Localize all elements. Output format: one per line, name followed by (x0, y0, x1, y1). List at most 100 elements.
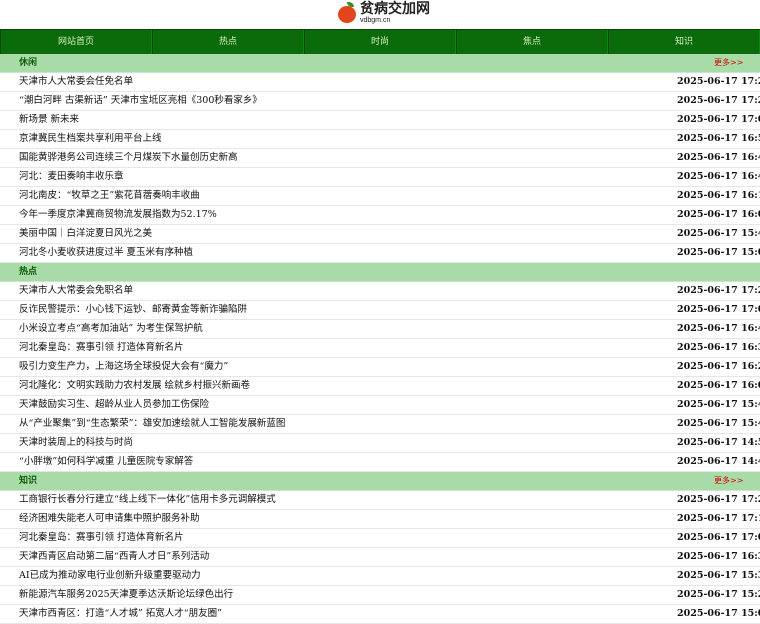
apple-logo-icon (337, 2, 357, 24)
more-link[interactable]: 更多>> (714, 472, 743, 490)
news-title-link[interactable]: 从“产业聚集”到“生态繁荣”：雄安加速绘就人工智能发展新蓝图 (19, 415, 285, 433)
news-title-link[interactable]: 河北秦皇岛：赛事引领 打造体育新名片 (19, 529, 184, 547)
news-title-link[interactable]: 天津市西青区：打造“人才城” 拓宽人才“朋友圈” (19, 605, 222, 623)
section-title: 热点 (19, 267, 38, 277)
news-title-link[interactable]: 京津冀民生档案共享利用平台上线 (19, 130, 162, 148)
news-title-link[interactable]: 小米设立考点“高考加油站” 为考生保驾护航 (19, 320, 203, 338)
news-row: 河北：麦田奏响丰收乐章 2025-06-17 16:42 (0, 168, 760, 187)
news-date: 2025-06-17 15:42 (677, 228, 760, 239)
news-title-link[interactable]: AI已成为推动家电行业创新升级重要驱动力 (19, 567, 201, 585)
news-title-link[interactable]: 天津时装周上的科技与时尚 (19, 434, 133, 452)
news-row: 新场景 新未来 2025-06-17 17:07 (0, 111, 760, 130)
site-domain: vdbgm.cn (360, 17, 391, 24)
site-header: 贫病交加网 vdbgm.cn (0, 0, 760, 29)
news-row: AI已成为推动家电行业创新升级重要驱动力 2025-06-17 15:36 (0, 567, 760, 586)
news-date: 2025-06-17 17:21 (677, 95, 760, 106)
news-date: 2025-06-17 17:21 (677, 494, 760, 505)
news-title-link[interactable]: 河北冬小麦收获进度过半 夏玉米有序种植 (19, 244, 193, 262)
news-date: 2025-06-17 16:26 (677, 361, 760, 372)
news-title-link[interactable]: 经济困难失能老人可申请集中照护服务补助 (19, 510, 200, 528)
main-nav: 网站首页 热点 时尚 焦点 知识 (0, 29, 760, 55)
news-title-link[interactable]: 天津市人大常委会免职名单 (19, 282, 133, 300)
news-date: 2025-06-17 16:05 (677, 380, 760, 391)
news-title-link[interactable]: 吸引力变生产力，上海这场全球投促大会有“魔力” (19, 358, 228, 376)
section-title: 知识 (19, 476, 38, 486)
news-title-link[interactable]: “潮白河畔 古渠新话” 天津市宝坻区亮相《300秒看家乡》 (19, 92, 262, 110)
news-title-link[interactable]: 天津西青区启动第二届“西青人才日”系列活动 (19, 548, 209, 566)
news-date: 2025-06-17 17:01 (677, 304, 760, 315)
news-row: 天津市西青区：打造“人才城” 拓宽人才“朋友圈” 2025-06-17 15:07 (0, 605, 760, 624)
news-row: “小胖墩”如何科学减重 儿童医院专家解答 2025-06-17 14:47 (0, 453, 760, 472)
news-row: 天津市人大常委会任免名单 2025-06-17 17:26 (0, 73, 760, 92)
section-header: 热点 (0, 263, 760, 282)
news-title-link[interactable]: 天津市人大常委会任免名单 (19, 73, 133, 91)
news-date: 2025-06-17 16:39 (677, 342, 760, 353)
site-title: 贫病交加网 (360, 1, 430, 17)
news-date: 2025-06-17 17:02 (677, 532, 760, 543)
news-row: 河北隆化：文明实践助力农村发展 绘就乡村振兴新画卷 2025-06-17 16:0… (0, 377, 760, 396)
news-date: 2025-06-17 16:48 (677, 323, 760, 334)
nav-item-2[interactable]: 时尚 (304, 30, 456, 54)
news-title-link[interactable]: 河北南皮：“牧草之王”紫花苜蓿奏响丰收曲 (19, 187, 200, 205)
news-title-link[interactable]: 河北秦皇岛：赛事引领 打造体育新名片 (19, 339, 184, 357)
news-row: 河北冬小麦收获进度过半 夏玉米有序种植 2025-06-17 15:04 (0, 244, 760, 263)
news-row: 天津市人大常委会免职名单 2025-06-17 17:21 (0, 282, 760, 301)
section-header: 休闲 更多>> (0, 54, 760, 73)
nav-item-4[interactable]: 知识 (608, 30, 760, 54)
news-date: 2025-06-17 14:47 (677, 456, 760, 467)
news-row: 反诈民警提示：小心钱下运钞、邮寄黄金等新诈骗陷阱 2025-06-17 17:01 (0, 301, 760, 320)
news-row: 河北秦皇岛：赛事引领 打造体育新名片 2025-06-17 17:02 (0, 529, 760, 548)
section-header: 知识 更多>> (0, 472, 760, 491)
news-date: 2025-06-17 16:42 (677, 171, 760, 182)
news-title-link[interactable]: “小胖墩”如何科学减重 儿童医院专家解答 (19, 453, 193, 471)
news-row: 从“产业聚集”到“生态繁荣”：雄安加速绘就人工智能发展新蓝图 2025-06-17… (0, 415, 760, 434)
news-row: 天津时装周上的科技与时尚 2025-06-17 14:55 (0, 434, 760, 453)
news-row: 天津西青区启动第二届“西青人才日”系列活动 2025-06-17 16:34 (0, 548, 760, 567)
news-date: 2025-06-17 16:19 (677, 190, 760, 201)
news-row: 小米设立考点“高考加油站” 为考生保驾护航 2025-06-17 16:48 (0, 320, 760, 339)
news-title-link[interactable]: 河北：麦田奏响丰收乐章 (19, 168, 124, 186)
news-date: 2025-06-17 15:07 (677, 608, 760, 619)
news-title-link[interactable]: 今年一季度京津冀商贸物流发展指数为52.17% (19, 206, 217, 224)
news-row: 河北秦皇岛：赛事引领 打造体育新名片 2025-06-17 16:39 (0, 339, 760, 358)
news-title-link[interactable]: 反诈民警提示：小心钱下运钞、邮寄黄金等新诈骗陷阱 (19, 301, 247, 319)
news-title-link[interactable]: 工商银行长春分行建立“线上线下一体化”信用卡多元调解模式 (19, 491, 276, 509)
nav-item-1[interactable]: 热点 (152, 30, 304, 54)
news-date: 2025-06-17 16:04 (677, 209, 760, 220)
news-row: 国能黄骅港务公司连续三个月煤炭下水量创历史新高 2025-06-17 16:46 (0, 149, 760, 168)
news-row: 吸引力变生产力，上海这场全球投促大会有“魔力” 2025-06-17 16:26 (0, 358, 760, 377)
news-date: 2025-06-17 15:04 (677, 247, 760, 258)
news-row: 经济困难失能老人可申请集中照护服务补助 2025-06-17 17:17 (0, 510, 760, 529)
news-date: 2025-06-17 14:55 (677, 437, 760, 448)
nav-item-0[interactable]: 网站首页 (0, 30, 152, 54)
news-row: 河北南皮：“牧草之王”紫花苜蓿奏响丰收曲 2025-06-17 16:19 (0, 187, 760, 206)
news-date: 2025-06-17 17:21 (677, 285, 760, 296)
site-logo[interactable]: 贫病交加网 vdbgm.cn (337, 2, 430, 24)
news-row: 京津冀民生档案共享利用平台上线 2025-06-17 16:50 (0, 130, 760, 149)
news-date: 2025-06-17 17:26 (677, 76, 760, 87)
news-title-link[interactable]: 新能源汽车服务2025天津夏季达沃斯论坛绿色出行 (19, 586, 233, 604)
news-date: 2025-06-17 16:50 (677, 133, 760, 144)
news-row: 工商银行长春分行建立“线上线下一体化”信用卡多元调解模式 2025-06-17 1… (0, 491, 760, 510)
news-row: “潮白河畔 古渠新话” 天津市宝坻区亮相《300秒看家乡》 2025-06-17 … (0, 92, 760, 111)
news-date: 2025-06-17 17:17 (677, 513, 760, 524)
news-row: 今年一季度京津冀商贸物流发展指数为52.17% 2025-06-17 16:04 (0, 206, 760, 225)
news-date: 2025-06-17 15:41 (677, 418, 760, 429)
section-title: 休闲 (19, 58, 38, 68)
news-date: 2025-06-17 16:34 (677, 551, 760, 562)
news-row: 天津鼓励实习生、超龄从业人员参加工伤保险 2025-06-17 15:45 (0, 396, 760, 415)
news-date: 2025-06-17 16:46 (677, 152, 760, 163)
news-date: 2025-06-17 15:36 (677, 570, 760, 581)
news-title-link[interactable]: 美丽中国｜白洋淀夏日风光之美 (19, 225, 152, 243)
news-title-link[interactable]: 天津鼓励实习生、超龄从业人员参加工伤保险 (19, 396, 209, 414)
more-link[interactable]: 更多>> (714, 54, 743, 72)
content-area: 休闲更多>>天津市人大常委会任免名单2025-06-17 17:26“潮白河畔 … (0, 54, 760, 624)
news-title-link[interactable]: 河北隆化：文明实践助力农村发展 绘就乡村振兴新画卷 (19, 377, 250, 395)
nav-item-3[interactable]: 焦点 (456, 30, 608, 54)
news-row: 美丽中国｜白洋淀夏日风光之美 2025-06-17 15:42 (0, 225, 760, 244)
news-title-link[interactable]: 新场景 新未来 (19, 111, 79, 129)
news-date: 2025-06-17 15:45 (677, 399, 760, 410)
news-date: 2025-06-17 15:21 (677, 589, 760, 600)
news-row: 新能源汽车服务2025天津夏季达沃斯论坛绿色出行 2025-06-17 15:21 (0, 586, 760, 605)
news-title-link[interactable]: 国能黄骅港务公司连续三个月煤炭下水量创历史新高 (19, 149, 238, 167)
